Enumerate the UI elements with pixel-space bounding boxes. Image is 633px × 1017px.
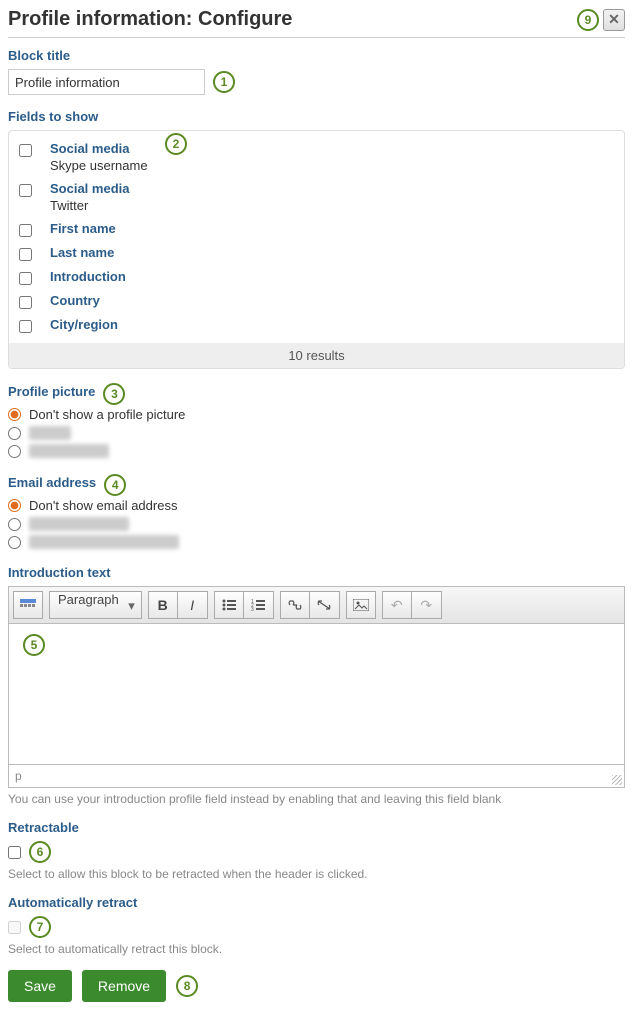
editor-status-bar: p bbox=[9, 764, 624, 787]
callout-5: 5 bbox=[23, 634, 45, 656]
introduction-label: Introduction text bbox=[8, 565, 111, 580]
editor-path: p bbox=[15, 769, 22, 783]
callout-1: 1 bbox=[213, 71, 235, 93]
resize-handle[interactable] bbox=[612, 775, 622, 785]
field-row: Country bbox=[19, 291, 614, 315]
email-radio-none[interactable] bbox=[8, 499, 21, 512]
block-title-label: Block title bbox=[8, 48, 70, 63]
callout-3: 3 bbox=[103, 383, 125, 405]
field-row: Introduction bbox=[19, 267, 614, 291]
close-button[interactable]: ✕ bbox=[603, 9, 625, 31]
unlink-button[interactable] bbox=[310, 591, 340, 619]
callout-7: 7 bbox=[29, 916, 51, 938]
link-button[interactable] bbox=[280, 591, 310, 619]
field-checkbox[interactable] bbox=[19, 144, 32, 157]
bold-button[interactable]: B bbox=[148, 591, 178, 619]
field-checkbox[interactable] bbox=[19, 272, 32, 285]
redacted-text bbox=[29, 426, 71, 440]
field-checkbox[interactable] bbox=[19, 320, 32, 333]
callout-6: 6 bbox=[29, 841, 51, 863]
fields-to-show-label: Fields to show bbox=[8, 109, 98, 124]
callout-9: 9 bbox=[577, 9, 599, 31]
profile-picture-radio-3[interactable] bbox=[8, 445, 21, 458]
field-row: Social media Skype username bbox=[19, 139, 614, 179]
field-title: Social media bbox=[50, 141, 614, 156]
profile-picture-label: Profile picture bbox=[8, 384, 95, 399]
field-title: City/region bbox=[50, 317, 614, 332]
redacted-text bbox=[29, 535, 179, 549]
field-title: First name bbox=[50, 221, 614, 236]
callout-4: 4 bbox=[104, 474, 126, 496]
field-row: City/region bbox=[19, 315, 614, 339]
redo-button[interactable]: ↷ bbox=[412, 591, 442, 619]
image-button[interactable] bbox=[346, 591, 376, 619]
field-title: Introduction bbox=[50, 269, 614, 284]
editor-textarea[interactable]: 5 bbox=[9, 624, 624, 764]
redacted-text bbox=[29, 444, 109, 458]
svg-text:3: 3 bbox=[251, 607, 254, 611]
radio-label: Don't show email address bbox=[29, 498, 177, 513]
profile-picture-radio-2[interactable] bbox=[8, 427, 21, 440]
results-count: 10 results bbox=[9, 343, 624, 368]
retractable-label: Retractable bbox=[8, 820, 79, 835]
field-row: Social media Twitter bbox=[19, 179, 614, 219]
format-select-label: Paragraph bbox=[58, 592, 119, 607]
redacted-text bbox=[29, 517, 129, 531]
field-checkbox[interactable] bbox=[19, 184, 32, 197]
toolbox-icon[interactable] bbox=[13, 591, 43, 619]
field-checkbox[interactable] bbox=[19, 248, 32, 261]
format-select[interactable]: Paragraph bbox=[49, 591, 142, 619]
field-title: Country bbox=[50, 293, 614, 308]
page-title: Profile information: Configure bbox=[8, 8, 292, 31]
profile-picture-radio-none[interactable] bbox=[8, 408, 21, 421]
field-checkbox[interactable] bbox=[19, 296, 32, 309]
retractable-checkbox[interactable] bbox=[8, 846, 21, 859]
save-button[interactable]: Save bbox=[8, 970, 72, 1002]
auto-retract-checkbox[interactable] bbox=[8, 921, 21, 934]
rich-text-editor: Paragraph B I 123 bbox=[8, 586, 625, 788]
remove-button[interactable]: Remove bbox=[82, 970, 166, 1002]
field-row: First name bbox=[19, 219, 614, 243]
field-checkbox[interactable] bbox=[19, 224, 32, 237]
block-title-input[interactable] bbox=[8, 69, 205, 95]
close-icon: ✕ bbox=[608, 11, 620, 28]
fields-box: 2 Social media Skype username Social med… bbox=[8, 130, 625, 369]
retractable-help: Select to allow this block to be retract… bbox=[8, 867, 625, 881]
radio-label: Don't show a profile picture bbox=[29, 407, 185, 422]
editor-toolbar: Paragraph B I 123 bbox=[9, 587, 624, 624]
introduction-help: You can use your introduction profile fi… bbox=[8, 792, 625, 806]
auto-retract-label: Automatically retract bbox=[8, 895, 137, 910]
email-radio-3[interactable] bbox=[8, 536, 21, 549]
field-row: Last name bbox=[19, 243, 614, 267]
auto-retract-help: Select to automatically retract this blo… bbox=[8, 942, 625, 956]
field-title: Last name bbox=[50, 245, 614, 260]
email-radio-2[interactable] bbox=[8, 518, 21, 531]
email-address-label: Email address bbox=[8, 475, 96, 490]
numbered-list-button[interactable]: 123 bbox=[244, 591, 274, 619]
callout-8: 8 bbox=[176, 975, 198, 997]
field-title: Social media bbox=[50, 181, 614, 196]
bullet-list-button[interactable] bbox=[214, 591, 244, 619]
italic-button[interactable]: I bbox=[178, 591, 208, 619]
undo-button[interactable]: ↶ bbox=[382, 591, 412, 619]
field-sub: Skype username bbox=[50, 158, 614, 173]
field-sub: Twitter bbox=[50, 198, 614, 213]
